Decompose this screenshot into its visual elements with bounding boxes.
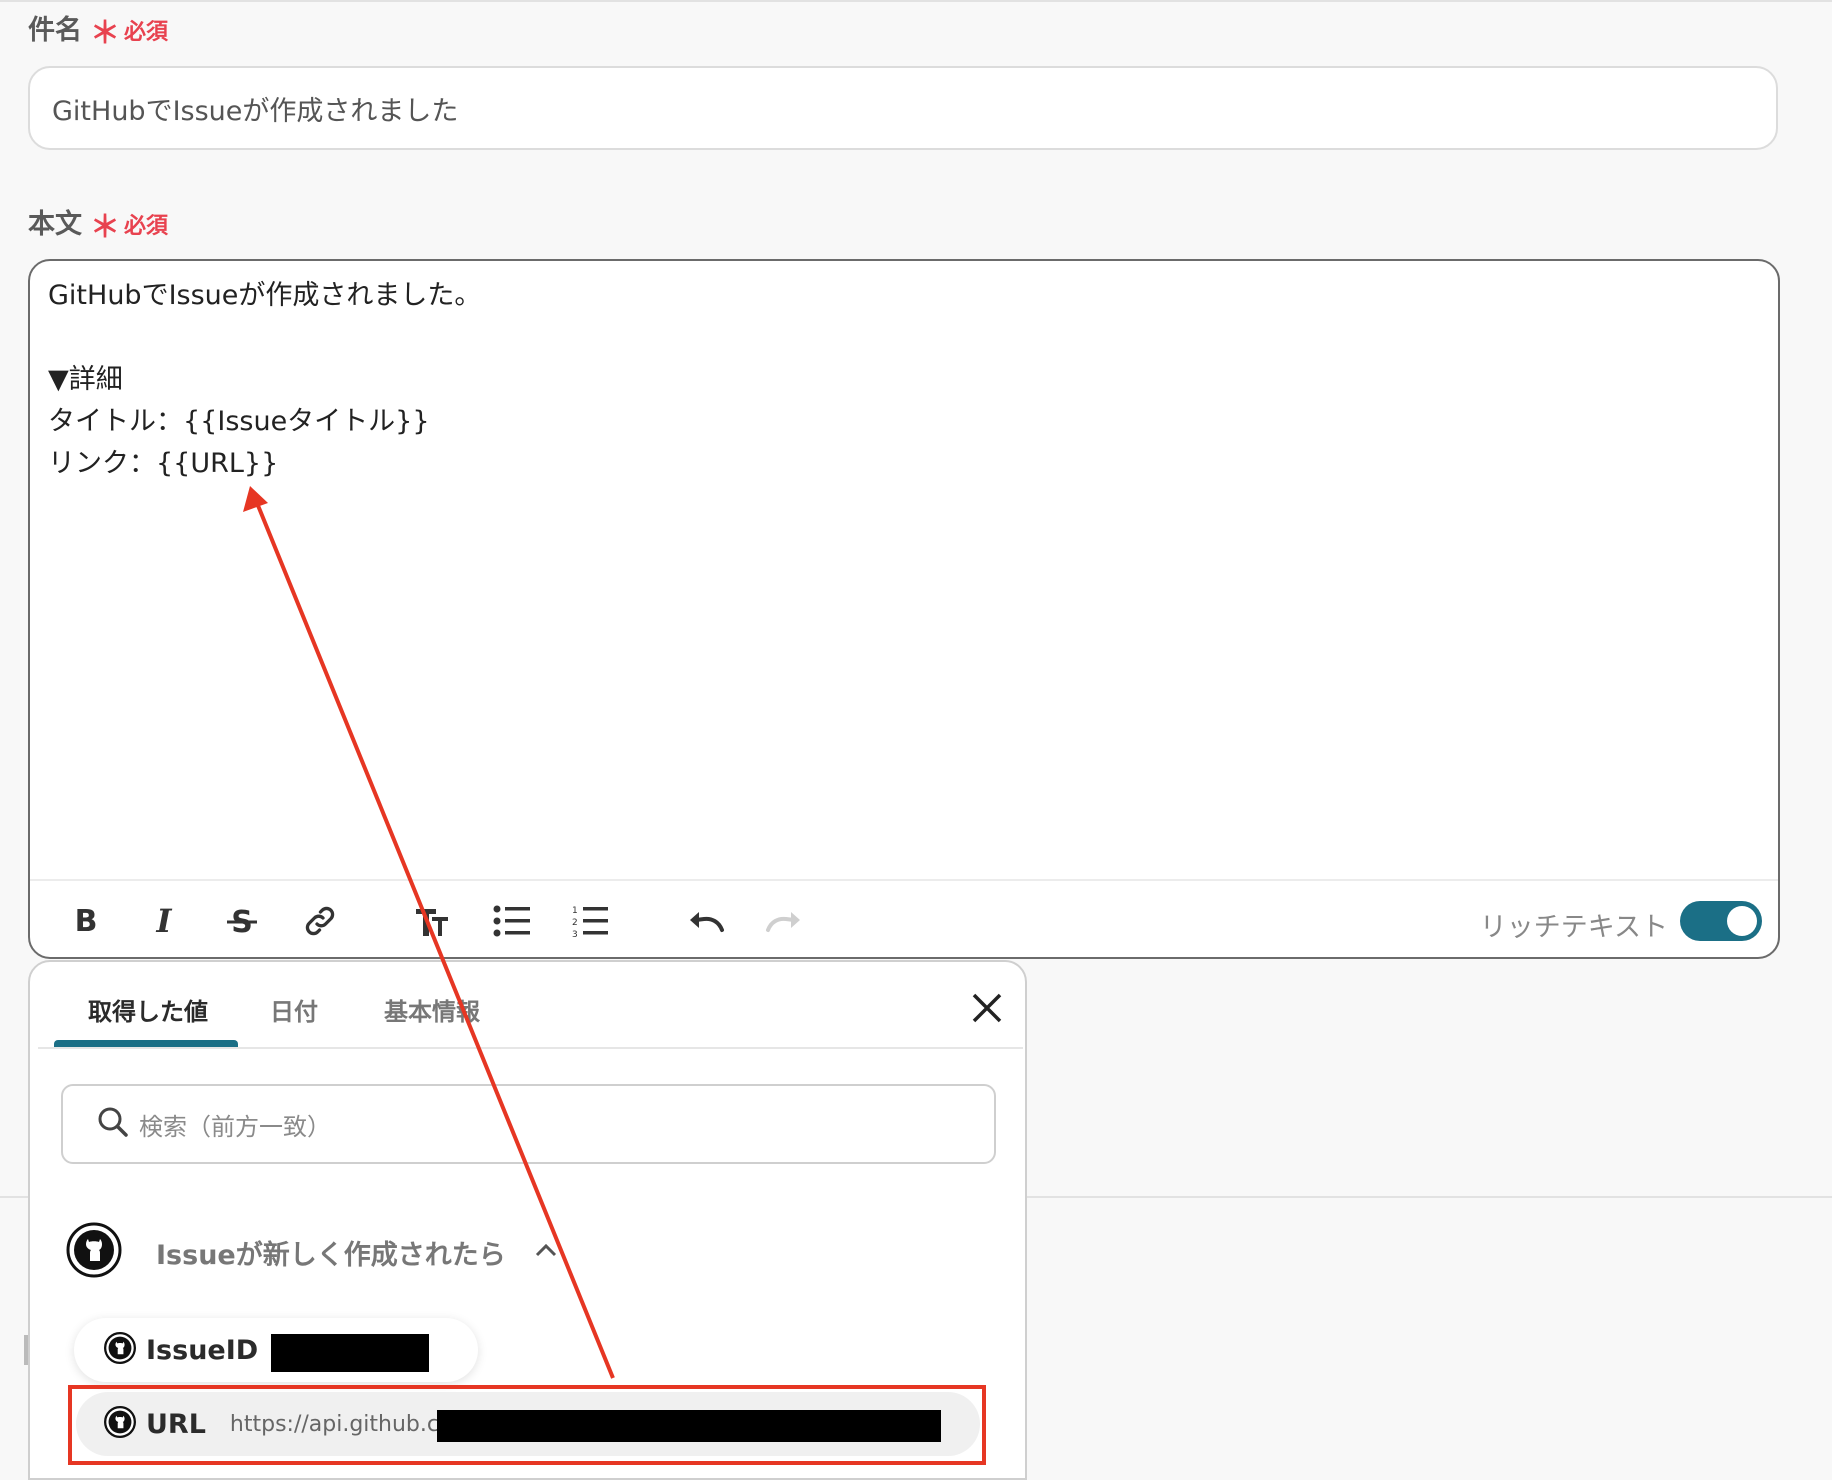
required-text: 必須: [124, 20, 169, 45]
github-icon: [104, 1332, 136, 1368]
svg-text:1: 1: [572, 906, 578, 916]
annotation-highlight-box: [68, 1385, 986, 1465]
github-icon: [66, 1222, 122, 1282]
group-title: Issueが新しく作成されたら: [156, 1239, 506, 1271]
tab-divider: [38, 1047, 1023, 1049]
bold-icon[interactable]: B: [66, 901, 106, 941]
search-placeholder: 検索（前方一致）: [139, 1112, 331, 1141]
value-item-label: IssueID: [146, 1334, 259, 1366]
redacted-value: [271, 1334, 429, 1372]
subject-input[interactable]: GitHubでIssueが作成されました: [28, 66, 1778, 150]
svg-text:3: 3: [572, 930, 578, 938]
close-icon[interactable]: [969, 990, 1005, 1026]
chevron-up-icon[interactable]: [534, 1242, 558, 1262]
subject-value: GitHubでIssueが作成されました: [52, 95, 459, 127]
required-text: 必須: [124, 214, 169, 239]
body-line: GitHubでIssueが作成されました。: [48, 280, 482, 311]
trigger-group-header[interactable]: Issueが新しく作成されたら: [66, 1222, 558, 1282]
required-badge: ＊必須: [90, 210, 169, 245]
undo-icon[interactable]: [686, 901, 726, 941]
body-line: ▼詳細: [48, 364, 123, 395]
subject-label-text: 件名: [28, 15, 82, 46]
rich-text-toggle[interactable]: [1680, 901, 1762, 941]
body-editor[interactable]: GitHubでIssueが作成されました。 ▼詳細 タイトル：{{Issueタイ…: [28, 259, 1780, 959]
search-input[interactable]: 検索（前方一致）: [61, 1084, 996, 1164]
body-line: [48, 317, 481, 359]
search-icon: [97, 1106, 129, 1142]
top-divider: [0, 0, 1832, 2]
body-text-area[interactable]: GitHubでIssueが作成されました。 ▼詳細 タイトル：{{Issueタイ…: [48, 275, 481, 485]
required-asterisk: ＊: [90, 210, 120, 245]
tab-basic-info[interactable]: 基本情報: [384, 992, 480, 1027]
section-divider: [0, 1196, 30, 1198]
bullet-list-icon[interactable]: [492, 901, 532, 941]
required-asterisk: ＊: [90, 16, 120, 51]
redo-icon[interactable]: [764, 901, 804, 941]
svg-text:2: 2: [572, 918, 578, 928]
tab-acquired-values[interactable]: 取得した値: [88, 992, 208, 1027]
body-label-text: 本文: [28, 209, 82, 240]
strikethrough-icon[interactable]: S: [222, 901, 262, 941]
editor-toolbar: B I S 1 2 3 リッチテキスト: [30, 879, 1778, 959]
body-label: 本文 ＊必須: [28, 202, 168, 246]
body-line: タイトル：{{Issueタイトル}}: [48, 406, 430, 437]
italic-icon[interactable]: I: [144, 901, 184, 941]
body-line: リンク：{{URL}}: [48, 448, 279, 479]
active-tab-indicator: [54, 1040, 238, 1047]
rich-text-label: リッチテキスト: [1479, 912, 1668, 943]
numbered-list-icon[interactable]: 1 2 3: [570, 901, 610, 941]
toggle-knob: [1727, 906, 1757, 936]
text-format-icon[interactable]: [412, 901, 452, 941]
subject-label: 件名 ＊必須: [28, 8, 168, 52]
tab-date[interactable]: 日付: [270, 992, 318, 1027]
required-badge: ＊必須: [90, 16, 169, 51]
section-divider: [1027, 1196, 1832, 1198]
link-icon[interactable]: [300, 901, 340, 941]
